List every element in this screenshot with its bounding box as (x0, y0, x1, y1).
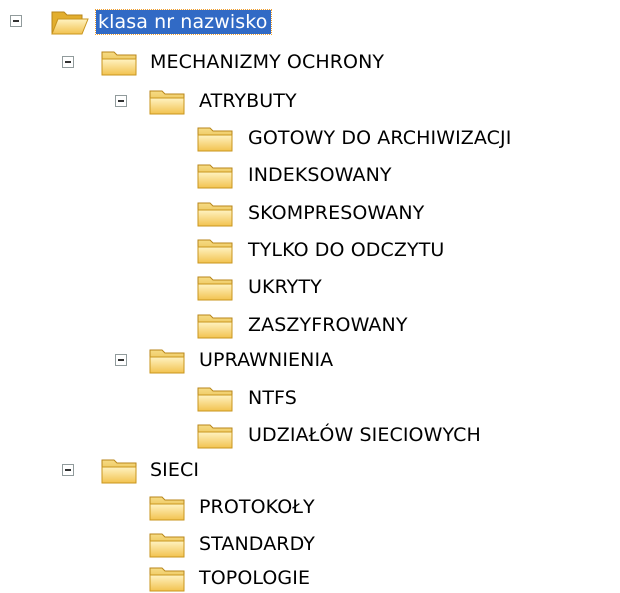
folder-open-icon (149, 349, 185, 374)
folder-closed-icon (149, 533, 185, 558)
collapse-toggle-icon[interactable] (115, 95, 127, 107)
folder-closed-icon (149, 567, 185, 592)
tree-node-label[interactable]: MECHANIZMY OCHRONY (150, 49, 384, 75)
tree-node-label[interactable]: klasa nr nazwisko (94, 9, 273, 35)
tree-node-zaszyfrowany[interactable]: ZASZYFROWANY (0, 308, 500, 340)
tree-node-label[interactable]: ATRYBUTY (199, 88, 297, 114)
folder-open-icon (101, 459, 137, 484)
tree-node-label[interactable]: ZASZYFROWANY (248, 312, 408, 338)
folder-closed-icon (197, 387, 233, 412)
folder-open-icon (101, 51, 137, 76)
tree-node-sieci[interactable]: SIECI (0, 453, 300, 485)
tree-node-label[interactable]: UKRYTY (248, 274, 322, 300)
tree-node-label[interactable]: SKOMPRESOWANY (248, 200, 424, 226)
folder-closed-icon (197, 239, 233, 264)
tree-node-label[interactable]: TYLKO DO ODCZYTU (248, 237, 444, 263)
tree-node-atrybuty[interactable]: ATRYBUTY (0, 84, 360, 116)
folder-closed-icon (197, 314, 233, 339)
folder-open-icon (149, 90, 185, 115)
tree-node-ukryty[interactable]: UKRYTY (0, 270, 400, 302)
tree-node-gotowy-do-archiwizacji[interactable]: GOTOWY DO ARCHIWIZACJI (0, 121, 620, 153)
tree-node-label[interactable]: GOTOWY DO ARCHIWIZACJI (248, 125, 511, 151)
tree-node-standardy[interactable]: STANDARDY (0, 527, 420, 559)
tree-node-label[interactable]: NTFS (248, 385, 297, 411)
folder-closed-icon (197, 424, 233, 449)
tree-node-skompresowany[interactable]: SKOMPRESOWANY (0, 196, 500, 228)
tree-node-protokoly[interactable]: PROTOKOŁY (0, 490, 420, 522)
collapse-toggle-icon[interactable] (62, 464, 74, 476)
tree-node-label[interactable]: TOPOLOGIE (199, 565, 310, 591)
tree-node-label[interactable]: PROTOKOŁY (199, 494, 315, 520)
collapse-toggle-icon[interactable] (115, 354, 127, 366)
folder-closed-icon (197, 276, 233, 301)
tree-node-label[interactable]: UPRAWNIENIA (199, 347, 333, 373)
tree-node-label[interactable]: INDEKSOWANY (248, 162, 392, 188)
tree-node-ntfs[interactable]: NTFS (0, 381, 400, 413)
tree-node-label[interactable]: STANDARDY (199, 531, 315, 557)
tree-node-label[interactable]: UDZIAŁÓW SIECIOWYCH (248, 422, 481, 448)
tree-node-root[interactable]: klasa nr nazwisko (0, 4, 360, 36)
tree-node-label[interactable]: SIECI (150, 457, 199, 483)
folder-closed-icon (197, 164, 233, 189)
collapse-toggle-icon[interactable] (10, 15, 22, 27)
folder-tree: klasa nr nazwisko MECHANIZMY OCHRONY ATR… (0, 0, 620, 593)
folder-closed-icon (149, 496, 185, 521)
folder-closed-icon (197, 127, 233, 152)
tree-node-udzialow-sieciowych[interactable]: UDZIAŁÓW SIECIOWYCH (0, 418, 600, 450)
folder-open-icon (51, 11, 89, 35)
tree-node-mechanizmy-ochrony[interactable]: MECHANIZMY OCHRONY (0, 45, 480, 77)
tree-node-tylko-do-odczytu[interactable]: TYLKO DO ODCZYTU (0, 233, 540, 265)
tree-node-topologie[interactable]: TOPOLOGIE (0, 561, 420, 593)
tree-node-indeksowany[interactable]: INDEKSOWANY (0, 158, 500, 190)
collapse-toggle-icon[interactable] (62, 56, 74, 68)
folder-closed-icon (197, 202, 233, 227)
tree-node-uprawnienia[interactable]: UPRAWNIENIA (0, 343, 420, 375)
